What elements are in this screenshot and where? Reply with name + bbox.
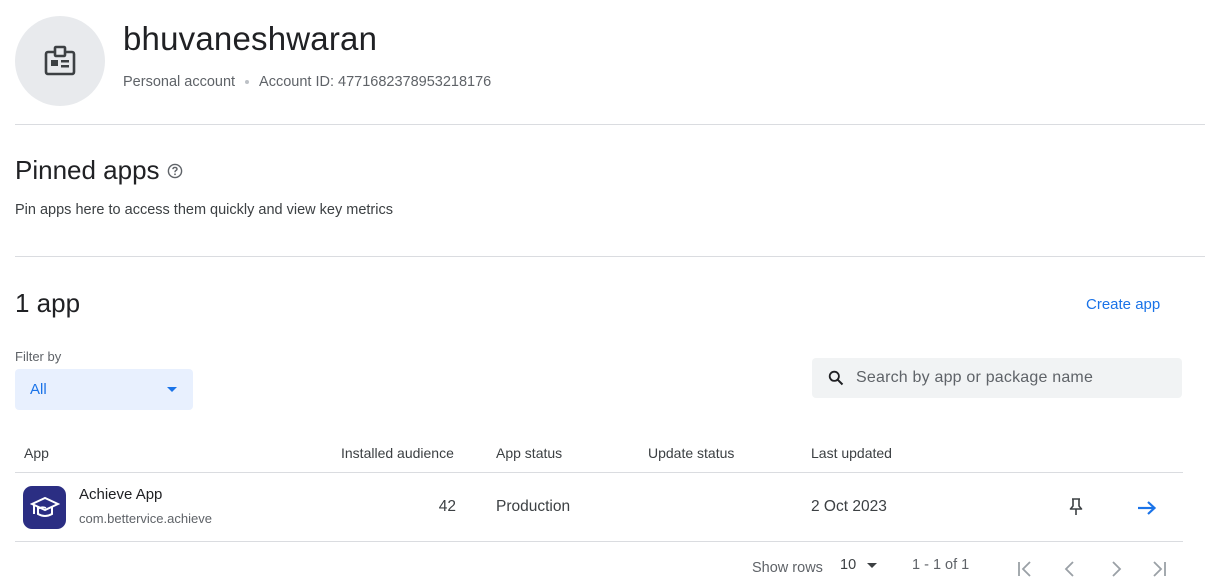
table-header-divider <box>15 472 1183 473</box>
column-header-last-updated[interactable]: Last updated <box>811 445 892 461</box>
account-meta: Personal account Account ID: 47716823789… <box>123 74 491 90</box>
header-divider <box>15 124 1205 125</box>
rows-per-page-value: 10 <box>840 557 857 573</box>
account-type: Personal account <box>123 74 236 90</box>
column-header-installed-audience[interactable]: Installed audience <box>341 445 454 461</box>
table-row-divider <box>15 541 1183 542</box>
search-input[interactable] <box>854 368 1178 388</box>
open-app-arrow-icon[interactable] <box>1136 499 1158 517</box>
rows-per-page-select[interactable]: 10 <box>840 557 878 573</box>
dropdown-arrow-icon <box>167 387 177 392</box>
id-badge-icon <box>44 45 76 76</box>
next-page-icon[interactable] <box>1103 556 1129 582</box>
graduation-cap-icon <box>29 496 60 517</box>
filter-label: Filter by <box>15 349 62 364</box>
last-updated-value: 2 Oct 2023 <box>811 498 887 515</box>
app-package-name: com.bettervice.achieve <box>79 511 212 526</box>
search-field[interactable] <box>812 358 1182 398</box>
first-page-icon[interactable] <box>1012 556 1038 582</box>
rows-dropdown-arrow-icon <box>867 562 878 568</box>
app-icon <box>23 486 66 529</box>
pinned-apps-title: Pinned apps <box>15 155 160 185</box>
separator-dot <box>245 80 250 84</box>
filter-selected-value: All <box>30 381 47 398</box>
previous-page-icon[interactable] <box>1057 556 1083 582</box>
pinned-apps-description: Pin apps here to access them quickly and… <box>15 202 393 218</box>
installed-audience-value: 42 <box>438 498 456 515</box>
app-name[interactable]: Achieve App <box>79 486 162 503</box>
column-header-update-status[interactable]: Update status <box>648 445 734 461</box>
account-id: Account ID: 4771682378953218176 <box>259 74 492 90</box>
filter-dropdown[interactable]: All <box>15 369 193 410</box>
app-count-heading: 1 app <box>15 288 81 318</box>
column-header-app[interactable]: App <box>24 445 49 461</box>
column-header-app-status[interactable]: App status <box>496 445 562 461</box>
app-status-value: Production <box>496 498 571 515</box>
pagination-range: 1 - 1 of 1 <box>912 557 970 573</box>
create-app-button[interactable]: Create app <box>1072 294 1174 315</box>
help-icon[interactable] <box>167 163 183 179</box>
show-rows-label: Show rows <box>752 560 823 576</box>
account-name: bhuvaneshwaran <box>123 20 378 57</box>
pin-icon[interactable] <box>1067 497 1085 517</box>
section-divider <box>15 256 1205 257</box>
search-icon <box>828 370 844 386</box>
pinned-apps-heading: Pinned apps <box>15 155 183 186</box>
last-page-icon[interactable] <box>1146 556 1172 582</box>
account-avatar <box>15 16 105 106</box>
